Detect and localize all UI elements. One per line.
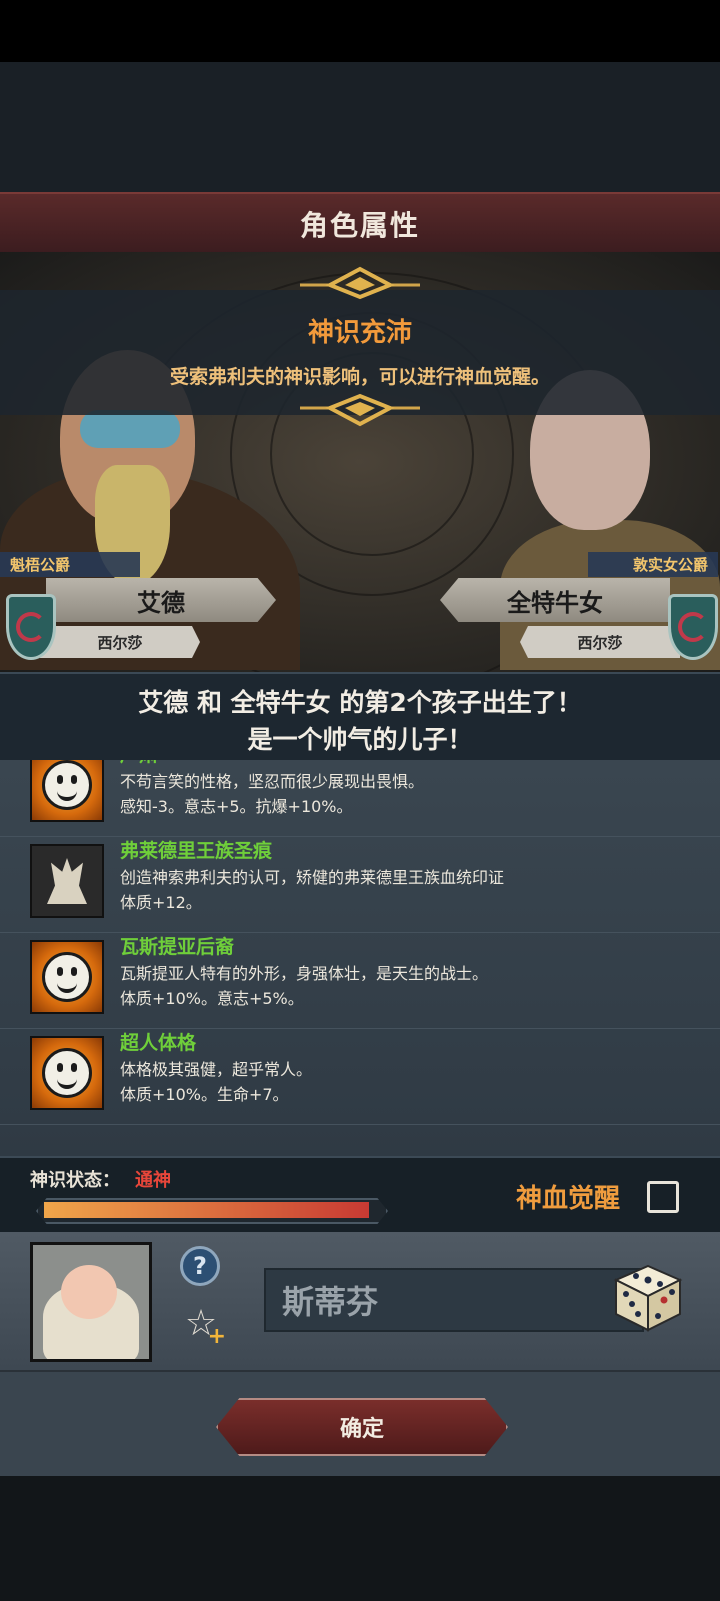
smiley-face-icon [30, 760, 104, 822]
dice-icon[interactable] [612, 1262, 684, 1334]
star-plus-icon[interactable]: ☆ + [180, 1302, 226, 1348]
trait-description: 创造神索弗利夫的认可，矫健的弗莱德里王族血统印证 [120, 868, 505, 887]
event-description: 受索弗利夫的神识影响，可以进行神血觉醒。 [169, 366, 550, 388]
mother-region-label: 西尔莎 [577, 633, 623, 652]
trait-list[interactable]: 严肃 不苟言笑的性格，坚忍而很少展现出畏惧。 感知-3。意志+5。抗爆+10%。… [0, 760, 720, 1156]
top-background [0, 62, 720, 192]
father-title: 魁梧公爵 [0, 552, 140, 577]
title-band: 角色属性 [0, 192, 720, 256]
baby-face [61, 1265, 117, 1319]
father-face-paint [80, 410, 180, 448]
help-button[interactable]: ? [180, 1246, 220, 1286]
child-name-field[interactable]: 斯蒂芬 [264, 1268, 644, 1332]
trait-effect: 体质+12。 [120, 893, 202, 912]
royal-stigma-icon [30, 844, 104, 918]
father-name: 艾德 [137, 588, 185, 617]
mother-name: 全特牛女 [507, 588, 603, 617]
trait-name: 超人体格 [120, 1032, 197, 1054]
trait-description: 不苟言笑的性格，坚忍而很少展现出畏惧。 [120, 772, 425, 791]
divine-status-value: 通神 [135, 1170, 171, 1191]
trait-description: 体格极其强健，超乎常人。 [120, 1060, 313, 1079]
trait-item: 严肃 不苟言笑的性格，坚忍而很少展现出畏惧。 感知-3。意志+5。抗爆+10%。 [0, 760, 720, 837]
awaken-checkbox[interactable] [647, 1181, 679, 1213]
status-bar-area [0, 0, 720, 62]
awaken-label[interactable]: 神血觉醒 [516, 1178, 620, 1215]
father-region: 西尔莎 [40, 626, 200, 658]
trait-item: 瓦斯提亚后裔 瓦斯提亚人特有的外形，身强体壮，是天生的战士。 体质+10%。意志… [0, 932, 720, 1029]
trait-description: 瓦斯提亚人特有的外形，身强体壮，是天生的战士。 [120, 964, 489, 983]
trait-effect: 感知-3。意志+5。抗爆+10%。 [120, 797, 353, 816]
top-ornament-icon [300, 266, 420, 300]
trait-effect: 体质+10%。生命+7。 [120, 1085, 289, 1104]
trait-name: 弗莱德里王族圣痕 [120, 840, 273, 862]
smiley-face-icon [30, 1036, 104, 1110]
father-region-label: 西尔莎 [97, 633, 143, 652]
trait-item: 超人体格 体格极其强健，超乎常人。 体质+10%。生命+7。 [0, 1028, 720, 1125]
bottom-background [0, 1476, 720, 1601]
father-house-shield-icon [6, 594, 56, 660]
page-title: 角色属性 [299, 209, 420, 242]
event-title: 神识充沛 [307, 318, 412, 348]
mother-region: 西尔莎 [520, 626, 680, 658]
mother-title: 敦实女公爵 [588, 552, 718, 577]
trait-effect: 体质+10%。意志+5%。 [120, 989, 304, 1008]
divine-progress-fill [44, 1202, 369, 1218]
mother-name-plate: 全特牛女 [440, 578, 670, 622]
birth-message-line1: 艾德 和 全特牛女 的第2个孩子出生了！ [138, 688, 582, 717]
smiley-face-icon [30, 940, 104, 1014]
trait-name: 瓦斯提亚后裔 [120, 936, 235, 958]
mother-house-shield-icon [668, 594, 718, 660]
child-portrait [30, 1242, 152, 1362]
confirm-button[interactable]: 确定 [216, 1398, 508, 1456]
father-name-plate: 艾德 [46, 578, 276, 622]
divine-status-label: 神识状态： [30, 1170, 120, 1191]
trait-item: 弗莱德里王族圣痕 创造神索弗利夫的认可，矫健的弗莱德里王族血统印证 体质+12。 [0, 836, 720, 933]
trait-name: 严肃 [120, 760, 158, 767]
birth-message-line2: 是一个帅气的儿子！ [247, 725, 473, 754]
bottom-ornament-icon [300, 393, 420, 427]
